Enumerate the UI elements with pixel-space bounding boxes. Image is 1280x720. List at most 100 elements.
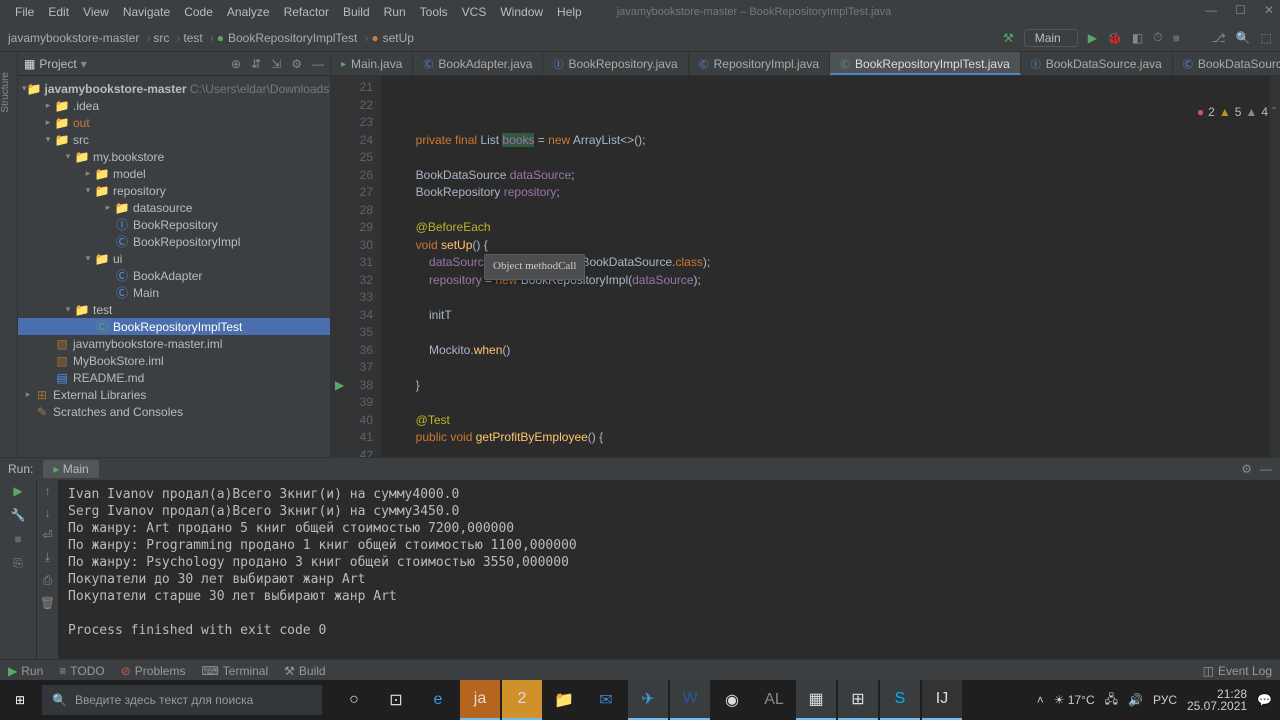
tb-mail[interactable]: ✉ — [586, 680, 626, 720]
tb-taskview[interactable]: ⊡ — [376, 680, 416, 720]
tray-lang[interactable]: РУС — [1153, 693, 1177, 707]
tree-mybs[interactable]: MyBookStore.iml — [73, 354, 164, 368]
btab-run[interactable]: ▶Run — [8, 664, 43, 678]
run-gear-icon[interactable]: ⚙ — [1241, 462, 1252, 476]
tree-ui[interactable]: ui — [113, 252, 122, 266]
tree-scratch[interactable]: Scratches and Consoles — [53, 405, 183, 419]
search-icon[interactable]: 🔍 — [1236, 31, 1251, 45]
menu-run[interactable]: Run — [377, 5, 413, 19]
wrap-icon[interactable]: ⏎ — [42, 528, 52, 542]
menu-analyze[interactable]: Analyze — [220, 5, 277, 19]
crumb-test[interactable]: test — [183, 31, 202, 45]
structure-stripe[interactable]: Structure — [0, 72, 11, 113]
btab-build[interactable]: ⚒Build — [284, 664, 325, 678]
btab-terminal[interactable]: ⌨Terminal — [201, 664, 268, 678]
menu-refactor[interactable]: Refactor — [277, 5, 336, 19]
menu-edit[interactable]: Edit — [41, 5, 76, 19]
start-button[interactable]: ⊞ — [0, 680, 40, 720]
coverage-icon[interactable]: ◧ — [1132, 31, 1143, 45]
tab-britest[interactable]: ⒸBookRepositoryImplTest.java — [830, 52, 1021, 75]
tb-telegram[interactable]: ✈ — [628, 680, 668, 720]
run-hide-icon[interactable]: — — [1260, 462, 1272, 476]
project-tree[interactable]: ▾📁javamybookstore-master C:\Users\eldar\… — [18, 76, 330, 457]
tab-dsimpl[interactable]: ⒸBookDataSourceImpl.jav — [1173, 52, 1280, 75]
stop-run-icon[interactable]: ■ — [14, 532, 21, 546]
console-output[interactable]: Ivan Ivanov продал(а)Всего 3книг(и) на с… — [58, 480, 1280, 659]
tree-iml[interactable]: javamybookstore-master.iml — [73, 337, 222, 351]
settings-icon[interactable]: ⬚ — [1261, 31, 1272, 45]
menu-window[interactable]: Window — [493, 5, 550, 19]
tree-repo[interactable]: repository — [113, 184, 166, 198]
build-icon[interactable]: ⚒ — [1003, 31, 1014, 45]
maximize-icon[interactable]: ☐ — [1235, 3, 1246, 17]
crumb-method[interactable]: setUp — [383, 31, 414, 45]
expand-icon[interactable]: ⇲ — [271, 57, 281, 71]
menu-tools[interactable]: Tools — [413, 5, 455, 19]
print-icon[interactable]: ⎙ — [43, 573, 53, 588]
menu-help[interactable]: Help — [550, 5, 589, 19]
menu-vcs[interactable]: VCS — [455, 5, 494, 19]
collapse-icon[interactable]: ⇵ — [251, 57, 261, 71]
tb-intellij[interactable]: IJ — [922, 680, 962, 720]
tree-model[interactable]: model — [113, 167, 146, 181]
taskbar-search[interactable]: 🔍 Введите здесь текст для поиска — [42, 685, 322, 715]
scroll-icon[interactable]: ⤓ — [45, 550, 50, 565]
tb-cortana[interactable]: ○ — [334, 680, 374, 720]
run-icon[interactable]: ▶ — [1088, 31, 1097, 45]
run-config-selector[interactable]: Main — [1024, 29, 1078, 47]
menu-navigate[interactable]: Navigate — [116, 5, 177, 19]
run-settings-icon[interactable]: 🔧 — [11, 508, 26, 522]
profile-icon[interactable]: ⏱ — [1153, 30, 1162, 45]
crumb-src[interactable]: src — [153, 31, 169, 45]
tab-bookrepo[interactable]: ⒾBookRepository.java — [543, 52, 688, 75]
tray-net-icon[interactable]: 🖧 — [1105, 690, 1118, 711]
tree-test[interactable]: test — [93, 303, 112, 317]
tb-skype[interactable]: S — [880, 680, 920, 720]
line-gutter[interactable]: 2122232425262728293031323334353637▶38394… — [331, 76, 381, 457]
tb-edge[interactable]: e — [418, 680, 458, 720]
tb-app3[interactable]: AL — [754, 680, 794, 720]
tree-main[interactable]: Main — [133, 286, 159, 300]
tb-app2[interactable]: 2 — [502, 680, 542, 720]
tree-pkg[interactable]: my.bookstore — [93, 150, 164, 164]
tray-notif-icon[interactable]: 💬 — [1257, 693, 1272, 707]
crumb-class[interactable]: BookRepositoryImplTest — [228, 31, 357, 45]
tray-clock[interactable]: 21:2825.07.2021 — [1187, 688, 1247, 712]
code-body[interactable]: private final List books = new ArrayList… — [381, 76, 1268, 457]
tray-vol-icon[interactable]: 🔊 — [1128, 693, 1143, 707]
debug-icon[interactable]: 🐞 — [1107, 31, 1122, 45]
up-icon[interactable]: ↑ — [45, 484, 51, 498]
menu-code[interactable]: Code — [177, 5, 220, 19]
btab-problems[interactable]: ⊘Problems — [121, 664, 186, 678]
tree-ext[interactable]: External Libraries — [53, 388, 146, 402]
btab-todo[interactable]: ≡TODO — [59, 664, 104, 678]
tree-src[interactable]: src — [73, 133, 89, 147]
error-stripe[interactable]: ●2 ▲5 ▲4 ˇ — [1268, 76, 1280, 457]
tree-idea[interactable]: .idea — [73, 99, 99, 113]
tb-app1[interactable]: ja — [460, 680, 500, 720]
btab-eventlog[interactable]: ◫Event Log — [1203, 664, 1272, 678]
menu-build[interactable]: Build — [336, 5, 377, 19]
tab-ds[interactable]: ⒾBookDataSource.java — [1021, 52, 1173, 75]
tab-main[interactable]: ▸Main.java — [331, 53, 413, 75]
run-tab-main[interactable]: ▸ Main — [43, 460, 98, 478]
vcs-icon[interactable]: ⎇ — [1212, 31, 1226, 45]
menu-view[interactable]: View — [76, 5, 116, 19]
tree-out[interactable]: out — [73, 116, 90, 130]
tree-root[interactable]: javamybookstore-master — [44, 82, 186, 96]
tree-britest[interactable]: BookRepositoryImplTest — [113, 320, 242, 334]
tree-brimpl[interactable]: BookRepositoryImpl — [133, 235, 240, 249]
menu-file[interactable]: File — [8, 5, 41, 19]
tree-readme[interactable]: README.md — [73, 371, 144, 385]
minimize-icon[interactable]: ― — [1205, 3, 1217, 17]
tb-word[interactable]: W — [670, 680, 710, 720]
tree-badapter[interactable]: BookAdapter — [133, 269, 202, 283]
gear-icon[interactable]: ⚙ — [291, 57, 302, 71]
tray-chevron-icon[interactable]: ˄ — [1037, 693, 1044, 707]
dump-icon[interactable]: ⎘ — [13, 556, 23, 571]
tb-app5[interactable]: ⊞ — [838, 680, 878, 720]
tree-ds[interactable]: datasource — [133, 201, 192, 215]
tab-repoimpl[interactable]: ⒸRepositoryImpl.java — [689, 52, 830, 75]
clear-icon[interactable]: 🗑 — [40, 596, 55, 610]
tb-app4[interactable]: ▦ — [796, 680, 836, 720]
